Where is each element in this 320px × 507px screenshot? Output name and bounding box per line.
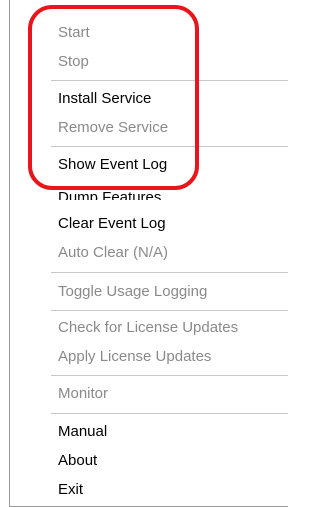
menu-item-toggle-usage-logging[interactable]: Toggle Usage Logging bbox=[58, 281, 207, 303]
menu-item-clear-event-log[interactable]: Clear Event Log bbox=[58, 213, 166, 235]
menu-item-apply-license-updates[interactable]: Apply License Updates bbox=[58, 346, 211, 368]
menu-item-manual[interactable]: Manual bbox=[58, 421, 107, 443]
menu-item-monitor[interactable]: Monitor bbox=[58, 383, 108, 405]
menu-separator bbox=[51, 375, 288, 376]
menu-item-about[interactable]: About bbox=[58, 450, 97, 472]
highlight-annotation bbox=[28, 5, 199, 190]
menu-separator bbox=[51, 310, 288, 311]
menu-item-check-license-updates[interactable]: Check for License Updates bbox=[58, 317, 238, 339]
menu-separator bbox=[51, 413, 288, 414]
menu-separator bbox=[51, 272, 288, 273]
menu-item-auto-clear[interactable]: Auto Clear (N/A) bbox=[58, 242, 168, 264]
menu-item-exit[interactable]: Exit bbox=[58, 479, 83, 501]
